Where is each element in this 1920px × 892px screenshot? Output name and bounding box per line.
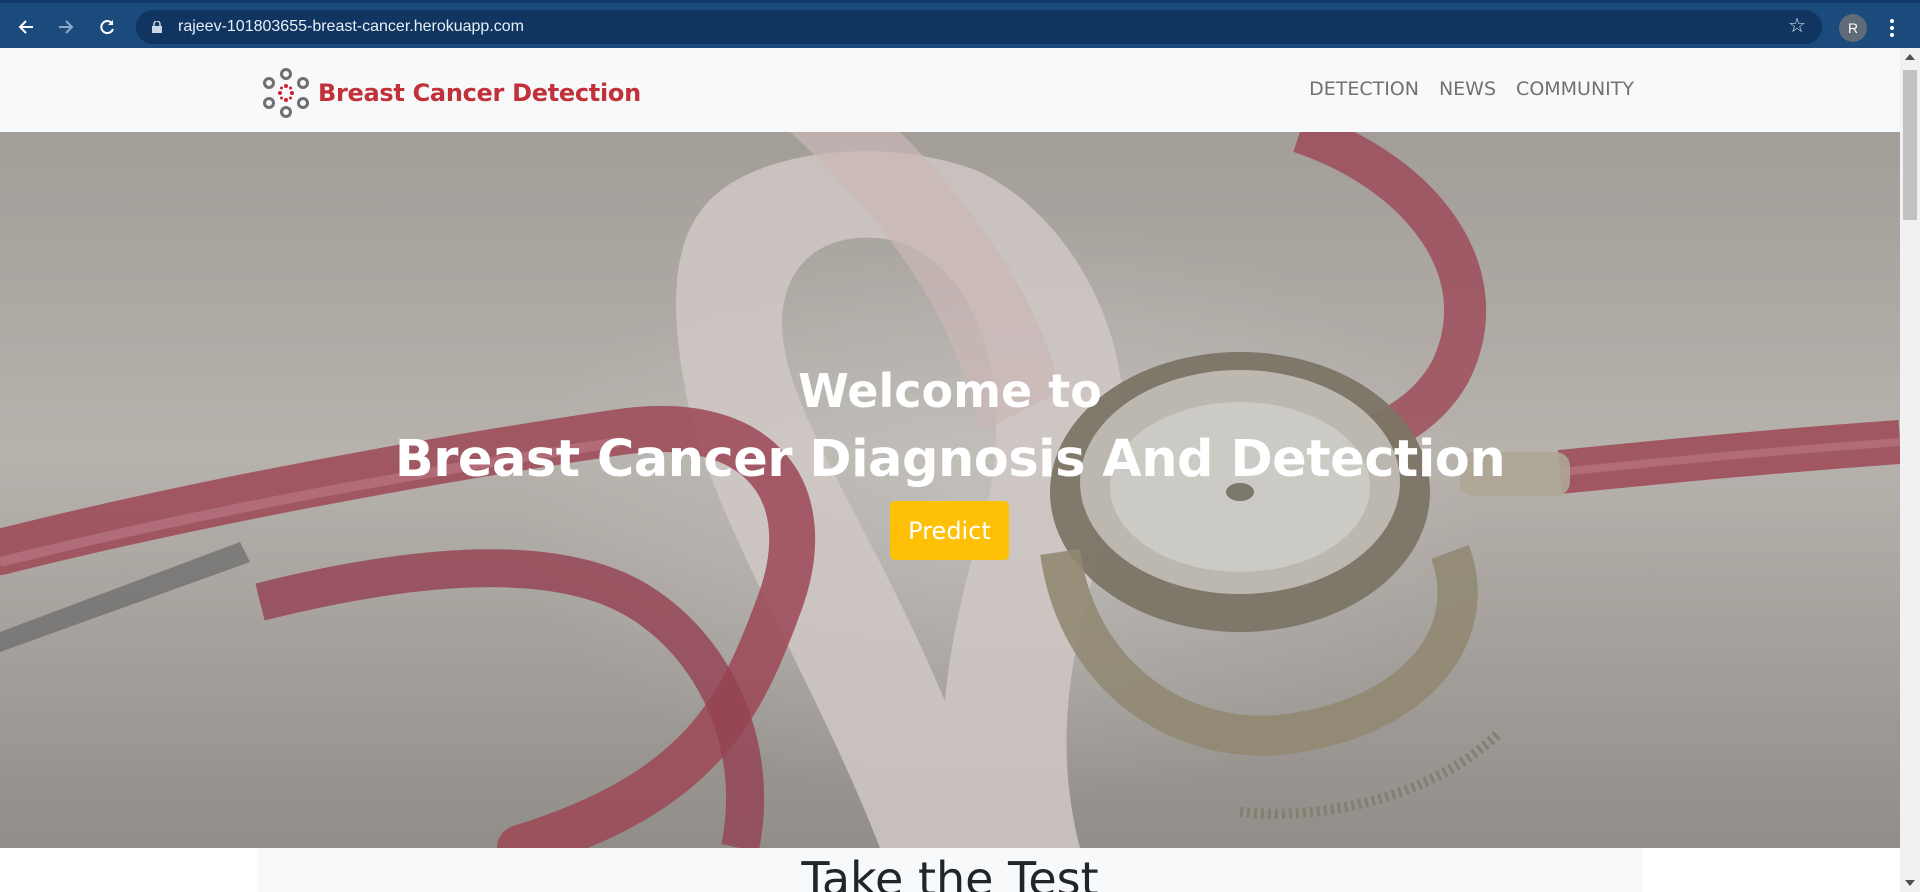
navbar: Breast Cancer Detection DETECTION NEWS C… bbox=[0, 48, 1900, 132]
scroll-thumb[interactable] bbox=[1903, 70, 1917, 220]
brand-name: Breast Cancer Detection bbox=[318, 79, 641, 107]
scroll-up-arrow-icon[interactable] bbox=[1905, 54, 1915, 60]
hero-title: Breast Cancer Diagnosis And Detection bbox=[394, 430, 1506, 489]
browser-toolbar: rajeev-101803655-breast-cancer.herokuapp… bbox=[0, 0, 1920, 48]
lock-icon bbox=[152, 21, 162, 33]
url-text: rajeev-101803655-breast-cancer.herokuapp… bbox=[178, 18, 524, 35]
nav-links: DETECTION NEWS COMMUNITY bbox=[1309, 78, 1634, 100]
section-title: Take the Test bbox=[801, 852, 1099, 892]
take-test-section: Take the Test bbox=[257, 848, 1643, 892]
web-page: Breast Cancer Detection DETECTION NEWS C… bbox=[0, 48, 1900, 892]
page-scrollbar[interactable] bbox=[1900, 48, 1920, 892]
back-arrow-icon[interactable] bbox=[10, 11, 42, 43]
nav-link-news[interactable]: NEWS bbox=[1439, 78, 1496, 100]
hero-banner: Welcome to Breast Cancer Diagnosis And D… bbox=[0, 132, 1900, 848]
hero-overlay bbox=[0, 132, 1900, 848]
profile-avatar[interactable]: R bbox=[1839, 14, 1867, 42]
brand[interactable]: Breast Cancer Detection bbox=[262, 68, 641, 118]
reload-icon[interactable] bbox=[91, 11, 123, 43]
predict-button[interactable]: Predict bbox=[890, 501, 1009, 560]
brand-logo-icon bbox=[263, 68, 309, 118]
forward-arrow-icon[interactable] bbox=[50, 11, 82, 43]
nav-link-community[interactable]: COMMUNITY bbox=[1516, 78, 1634, 100]
scroll-down-arrow-icon[interactable] bbox=[1905, 880, 1915, 886]
nav-link-detection[interactable]: DETECTION bbox=[1309, 78, 1419, 100]
hero-subtitle: Welcome to bbox=[798, 364, 1102, 418]
star-icon[interactable]: ☆ bbox=[1788, 16, 1806, 36]
menu-dots-icon[interactable] bbox=[1882, 13, 1902, 43]
address-bar[interactable]: rajeev-101803655-breast-cancer.herokuapp… bbox=[136, 10, 1822, 44]
